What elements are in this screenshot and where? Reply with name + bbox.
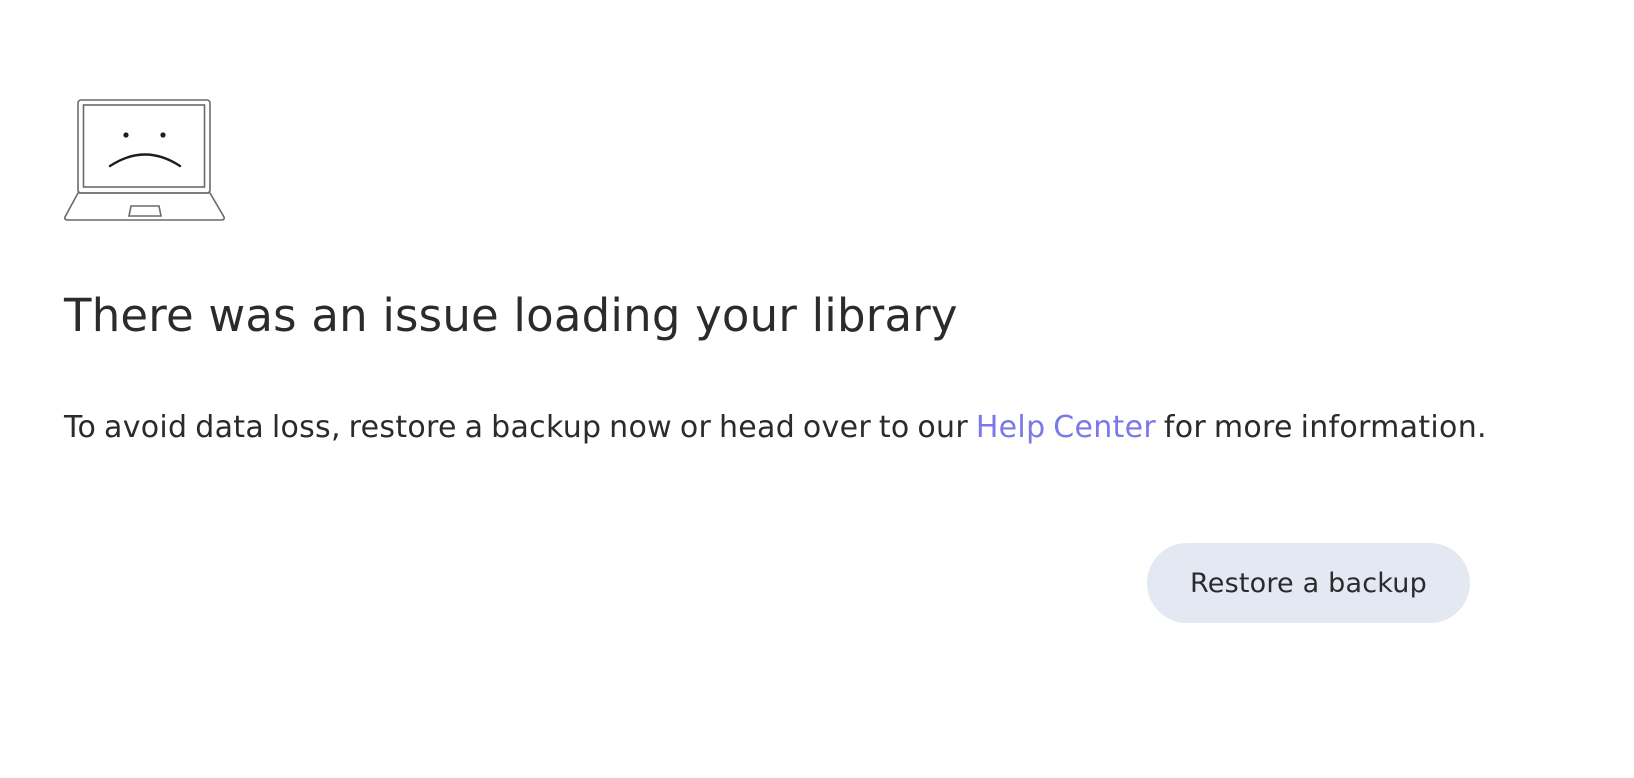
restore-backup-button[interactable]: Restore a backup: [1147, 543, 1470, 623]
error-message-tail: for more information.: [1156, 410, 1487, 445]
error-message: To avoid data loss, restore a backup now…: [64, 408, 1487, 448]
error-title: There was an issue loading your library: [64, 289, 958, 342]
help-center-link[interactable]: Help Center: [976, 410, 1156, 445]
sad-laptop-icon: [64, 99, 226, 223]
error-message-lead: To avoid data loss, restore a backup now…: [64, 410, 976, 445]
